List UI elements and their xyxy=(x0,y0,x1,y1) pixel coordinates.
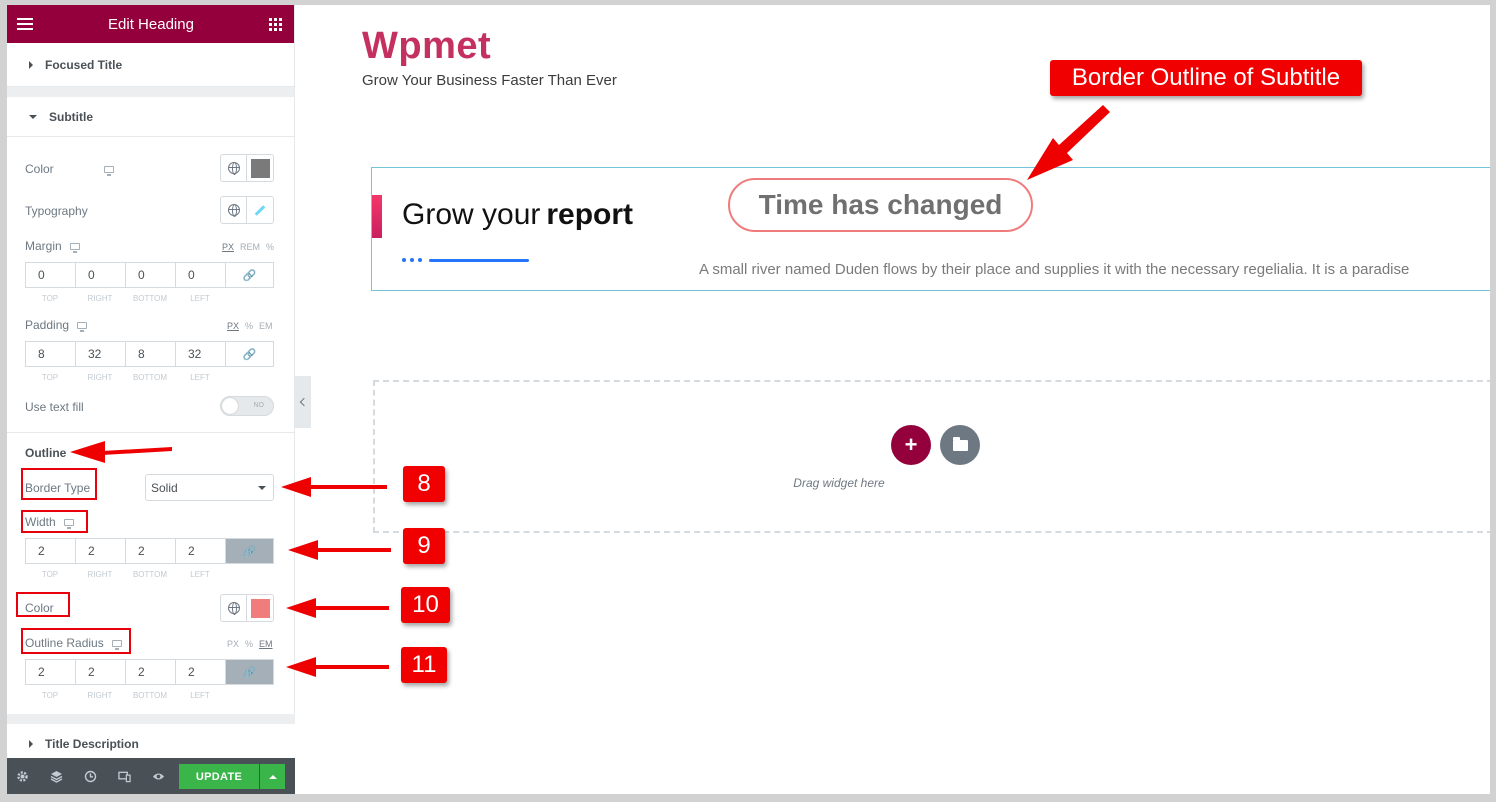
app-window: Edit Heading Focused Title Subtitle Colo… xyxy=(7,5,1490,794)
annotation-arrows xyxy=(70,105,1110,677)
